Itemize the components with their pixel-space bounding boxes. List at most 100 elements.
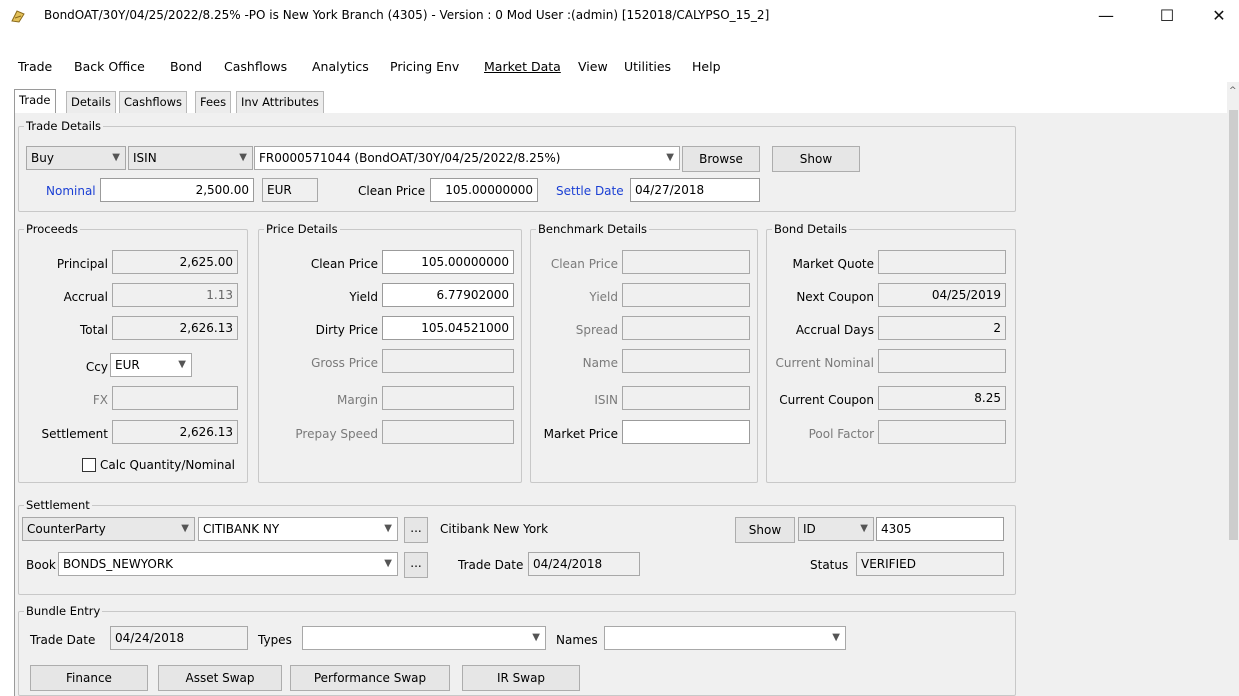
menu-market-data[interactable]: Market Data: [484, 59, 561, 74]
pd-dirty-price-label: Dirty Price: [315, 323, 378, 337]
pd-margin-field: [382, 386, 514, 410]
bm-clean-price-field: [622, 250, 750, 274]
ccy-label: Ccy: [85, 360, 108, 374]
bundle-entry-title: Bundle Entry: [24, 604, 103, 618]
calc-quantity-label: Calc Quantity/Nominal: [100, 458, 236, 472]
bm-market-price-label: Market Price: [543, 427, 618, 441]
counterparty-select[interactable]: CITIBANK NY ▼: [198, 517, 398, 541]
settle-date-input[interactable]: 04/27/2018: [630, 178, 760, 202]
tab-details[interactable]: Details: [66, 91, 116, 113]
nominal-input[interactable]: 2,500.00: [100, 178, 254, 202]
menu-bond[interactable]: Bond: [170, 59, 202, 74]
menu-cashflows[interactable]: Cashflows: [224, 59, 287, 74]
principal-label: Principal: [56, 257, 108, 271]
names-label: Names: [556, 633, 598, 647]
finance-button[interactable]: Finance: [30, 665, 148, 691]
direction-select[interactable]: Buy ▼: [26, 146, 126, 170]
market-quote-label: Market Quote: [792, 257, 874, 271]
counterparty-ellipsis-button[interactable]: ...: [404, 517, 428, 543]
id-type-select[interactable]: ISIN ▼: [128, 146, 253, 170]
chevron-down-icon: ▼: [112, 152, 120, 163]
id-type-value: ISIN: [133, 151, 157, 165]
pd-clean-price-input[interactable]: 105.00000000: [382, 250, 514, 274]
types-select[interactable]: ▼: [302, 626, 546, 650]
book-label: Book: [26, 558, 56, 572]
trade-details-title: Trade Details: [24, 119, 104, 133]
ir-swap-button[interactable]: IR Swap: [462, 665, 580, 691]
ccy-select[interactable]: EUR ▼: [110, 353, 192, 377]
pool-factor-field: [878, 420, 1006, 444]
browse-button[interactable]: Browse: [682, 146, 760, 172]
book-select[interactable]: BONDS_NEWYORK ▼: [58, 552, 398, 576]
pd-yield-input[interactable]: 6.77902000: [382, 283, 514, 307]
price-details-title: Price Details: [264, 222, 340, 236]
tab-inv-attributes[interactable]: Inv Attributes: [236, 91, 324, 113]
show-button[interactable]: Show: [772, 146, 860, 172]
types-label: Types: [258, 633, 292, 647]
market-quote-field: [878, 250, 1006, 274]
clean-price-label: Clean Price: [358, 184, 426, 198]
close-button[interactable]: ✕: [1199, 0, 1239, 32]
settlement-amount-field: 2,626.13: [112, 420, 238, 444]
scroll-up-icon[interactable]: ^: [1229, 86, 1237, 96]
status-field: VERIFIED: [856, 552, 1004, 576]
counterparty-type-select[interactable]: CounterParty ▼: [22, 517, 195, 541]
book-ellipsis-button[interactable]: ...: [404, 552, 428, 578]
performance-swap-button[interactable]: Performance Swap: [290, 665, 450, 691]
next-coupon-field: 04/25/2019: [878, 283, 1006, 307]
pd-yield-label: Yield: [349, 290, 378, 304]
pd-prepay-speed-field: [382, 420, 514, 444]
tab-cashflows[interactable]: Cashflows: [119, 91, 188, 113]
title-bar: BondOAT/30Y/04/25/2022/8.25% -PO is New …: [0, 0, 1239, 32]
total-label: Total: [79, 323, 108, 337]
menu-bar: Trade Back Office Bond Cashflows Analyti…: [0, 58, 1239, 80]
current-coupon-label: Current Coupon: [779, 393, 874, 407]
chevron-down-icon: ▼: [532, 632, 540, 643]
status-label: Status: [810, 558, 849, 572]
scrollbar-thumb[interactable]: [1229, 110, 1238, 540]
tab-trade[interactable]: Trade: [14, 89, 56, 113]
currency-field: EUR: [262, 178, 318, 202]
menu-back-office[interactable]: Back Office: [74, 59, 145, 74]
security-select[interactable]: FR0000571044 (BondOAT/30Y/04/25/2022/8.2…: [254, 146, 680, 170]
bm-isin-label: ISIN: [594, 393, 618, 407]
clean-price-input[interactable]: 105.00000000: [430, 178, 538, 202]
menu-analytics[interactable]: Analytics: [312, 59, 369, 74]
calc-quantity-checkbox[interactable]: [82, 458, 96, 472]
id-select[interactable]: ID ▼: [798, 517, 874, 541]
benchmark-details-title: Benchmark Details: [536, 222, 650, 236]
settlement-title: Settlement: [24, 498, 92, 512]
bm-spread-label: Spread: [575, 323, 618, 337]
accrual-label: Accrual: [63, 290, 108, 304]
book-value: BONDS_NEWYORK: [63, 557, 174, 571]
current-coupon-field: 8.25: [878, 386, 1006, 410]
id-input[interactable]: 4305: [876, 517, 1004, 541]
menu-help[interactable]: Help: [692, 59, 721, 74]
menu-utilities[interactable]: Utilities: [624, 59, 671, 74]
bundle-trade-date-label: Trade Date: [30, 633, 96, 647]
bond-details-title: Bond Details: [772, 222, 850, 236]
pd-margin-label: Margin: [337, 393, 378, 407]
current-nominal-label: Current Nominal: [775, 356, 874, 370]
asset-swap-button[interactable]: Asset Swap: [158, 665, 282, 691]
nominal-label: Nominal: [46, 184, 96, 198]
chevron-down-icon: ▼: [181, 523, 189, 534]
menu-pricing-env[interactable]: Pricing Env: [390, 59, 459, 74]
settlement-show-button[interactable]: Show: [735, 517, 795, 543]
total-field: 2,626.13: [112, 316, 238, 340]
bm-market-price-input[interactable]: [622, 420, 750, 444]
principal-field: 2,625.00: [112, 250, 238, 274]
bm-name-field: [622, 349, 750, 373]
minimize-button[interactable]: —: [1083, 0, 1129, 32]
accrual-days-label: Accrual Days: [795, 323, 874, 337]
fx-label: FX: [92, 393, 108, 407]
menu-view[interactable]: View: [578, 59, 608, 74]
settle-trade-date-field: 04/24/2018: [528, 552, 640, 576]
tab-fees[interactable]: Fees: [195, 91, 232, 113]
pd-dirty-price-input[interactable]: 105.04521000: [382, 316, 514, 340]
maximize-button[interactable]: ☐: [1144, 0, 1190, 32]
menu-trade[interactable]: Trade: [18, 59, 52, 74]
current-nominal-field: [878, 349, 1006, 373]
names-select[interactable]: ▼: [604, 626, 846, 650]
counterparty-value: CITIBANK NY: [203, 522, 280, 536]
